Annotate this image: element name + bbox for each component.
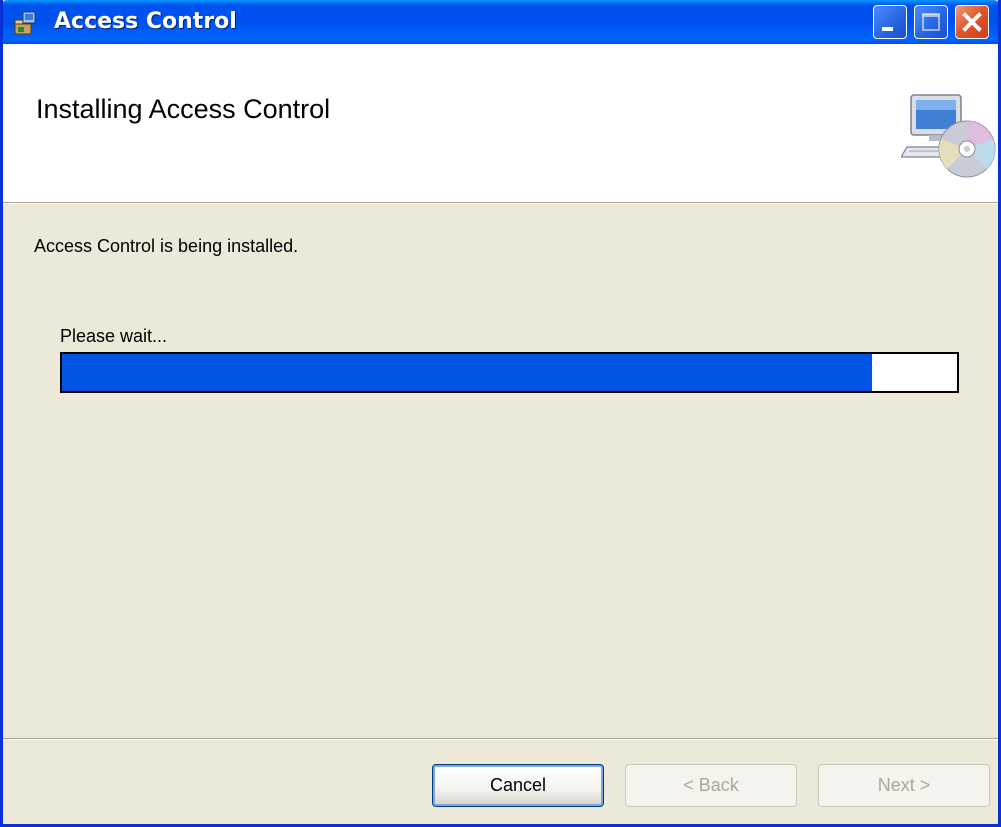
close-button[interactable] [955,5,989,39]
minimize-button[interactable] [873,5,907,39]
computer-cd-icon [899,91,997,187]
header-panel: Installing Access Control [3,44,998,202]
title-bar[interactable]: Access Control [3,0,998,44]
next-button[interactable]: Next > [818,764,990,807]
installer-package-icon [13,10,39,36]
please-wait-label: Please wait... [60,326,168,346]
footer-divider [3,738,998,740]
back-button[interactable]: < Back [625,764,797,807]
progress-fill [62,354,872,391]
page-title: Installing Access Control [36,94,331,124]
install-status-text: Access Control is being installed. [34,236,299,256]
installer-window: Access Control Installing Access Control [0,0,1001,827]
maximize-button[interactable] [914,5,948,39]
cancel-button[interactable]: Cancel [432,764,604,807]
header-divider [3,202,998,204]
window-title: Access Control [54,9,237,34]
install-progress-bar [60,352,959,393]
